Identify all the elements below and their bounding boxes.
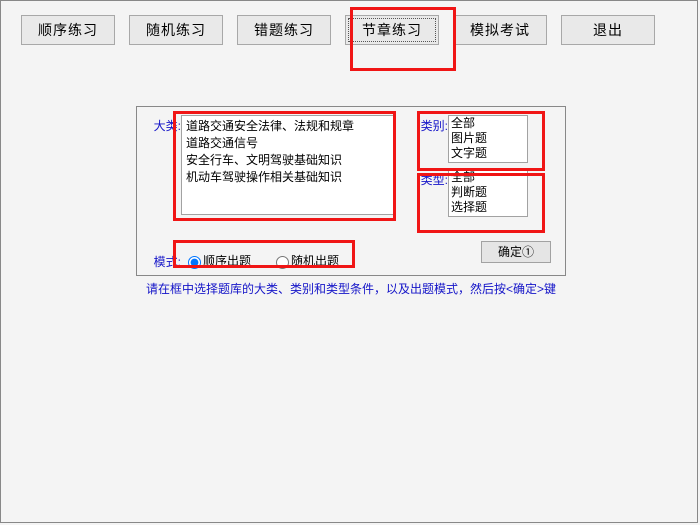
list-item[interactable]: 选择题 xyxy=(451,200,525,215)
list-item[interactable]: 全部 xyxy=(451,170,525,185)
btn-error-practice[interactable]: 错题练习 xyxy=(237,15,331,45)
btn-random-practice[interactable]: 随机练习 xyxy=(129,15,223,45)
list-item[interactable]: 文字题 xyxy=(451,146,525,161)
radio-sequential-label: 顺序出题 xyxy=(203,252,251,269)
radio-sequential[interactable] xyxy=(188,256,201,269)
label-minor-category: 类别: xyxy=(414,117,448,134)
label-mode: 模式: xyxy=(147,253,181,270)
list-item[interactable]: 安全行车、文明驾驶基础知识 xyxy=(186,152,391,169)
btn-chapter-practice[interactable]: 节章练习 xyxy=(345,15,439,45)
radio-random[interactable] xyxy=(276,256,289,269)
ok-button[interactable]: 确定① xyxy=(481,241,551,263)
label-type: 类型: xyxy=(414,171,448,188)
options-panel: 大类: 道路交通安全法律、法规和规章 道路交通信号 安全行车、文明驾驶基础知识 … xyxy=(136,106,566,276)
btn-sequential-practice[interactable]: 顺序练习 xyxy=(21,15,115,45)
listbox-minor-category[interactable]: 全部 图片题 文字题 xyxy=(448,115,528,163)
list-item[interactable]: 图片题 xyxy=(451,131,525,146)
listbox-major-category[interactable]: 道路交通安全法律、法规和规章 道路交通信号 安全行车、文明驾驶基础知识 机动车驾… xyxy=(181,115,396,215)
btn-exit[interactable]: 退出 xyxy=(561,15,655,45)
list-item[interactable]: 机动车驾驶操作相关基础知识 xyxy=(186,169,391,186)
label-major-category: 大类: xyxy=(147,117,181,134)
top-toolbar: 顺序练习 随机练习 错题练习 节章练习 模拟考试 退出 xyxy=(1,1,697,59)
hint-text: 请在框中选择题库的大类、类别和类型条件，以及出题模式，然后按<确定>键 xyxy=(136,280,566,297)
list-item[interactable]: 判断题 xyxy=(451,185,525,200)
listbox-type[interactable]: 全部 判断题 选择题 xyxy=(448,169,528,217)
radio-random-label: 随机出题 xyxy=(291,252,339,269)
list-item[interactable]: 道路交通安全法律、法规和规章 xyxy=(186,118,391,135)
list-item[interactable]: 全部 xyxy=(451,116,525,131)
list-item[interactable]: 道路交通信号 xyxy=(186,135,391,152)
btn-mock-exam[interactable]: 模拟考试 xyxy=(453,15,547,45)
